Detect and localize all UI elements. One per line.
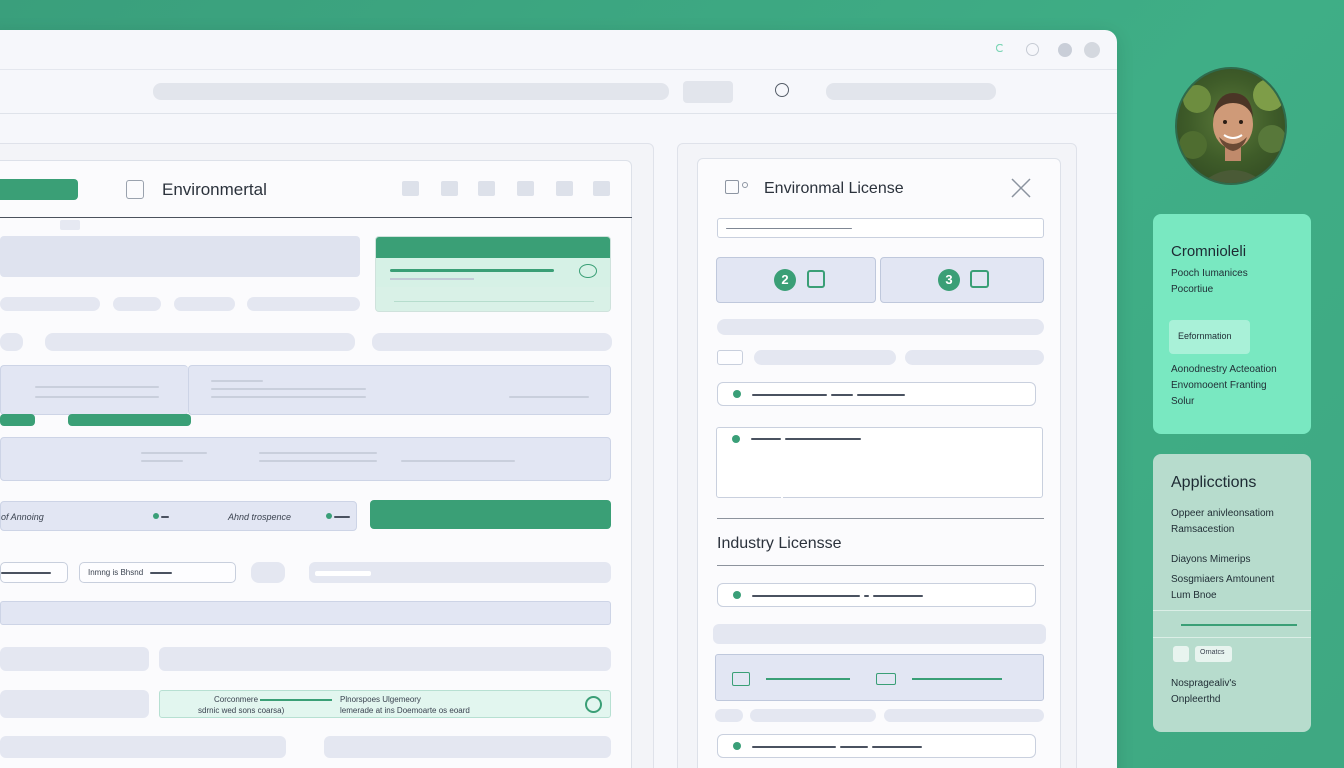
progress-bar <box>68 414 191 426</box>
clock-icon[interactable] <box>775 83 789 97</box>
settings-icon[interactable] <box>1026 43 1039 56</box>
status-card <box>375 236 611 312</box>
grid-icon[interactable] <box>478 181 495 196</box>
data-row[interactable] <box>0 365 188 415</box>
input-bar[interactable] <box>324 736 611 758</box>
flag-icon[interactable] <box>517 181 534 196</box>
input-bar[interactable] <box>715 709 743 722</box>
input-bar[interactable] <box>717 319 1044 335</box>
information-button[interactable]: Eefornmation <box>1169 320 1250 354</box>
tab-stub[interactable] <box>60 220 80 230</box>
progress-line <box>1181 624 1297 626</box>
data-row[interactable] <box>0 601 611 625</box>
option-card-3[interactable]: 3 <box>880 257 1044 303</box>
file-icon <box>876 673 896 685</box>
search-field[interactable] <box>0 236 360 277</box>
address-bar[interactable] <box>153 83 669 100</box>
input-bar[interactable] <box>884 709 1044 722</box>
close-window-icon[interactable] <box>1084 42 1100 58</box>
input-bar[interactable] <box>0 333 23 351</box>
title-bar <box>0 30 1117 70</box>
input-bar[interactable] <box>0 647 149 671</box>
chart-icon[interactable] <box>556 181 573 196</box>
filter-chip[interactable] <box>247 297 360 311</box>
document-icon <box>126 180 144 199</box>
layout-icon[interactable] <box>593 181 610 196</box>
calendar-icon <box>807 270 825 288</box>
card-divider <box>1153 637 1311 638</box>
panel-title: Environmertal <box>162 180 267 199</box>
copy-icon[interactable] <box>441 181 458 196</box>
status-chip[interactable]: Ornatcs <box>1195 646 1232 662</box>
list-item[interactable] <box>717 382 1036 406</box>
list-item[interactable] <box>717 583 1036 607</box>
filter-chip[interactable] <box>113 297 161 311</box>
input-bar[interactable] <box>372 333 612 351</box>
input-bar[interactable] <box>0 736 286 758</box>
input-bar[interactable] <box>45 333 355 351</box>
user-avatar[interactable] <box>1175 67 1287 185</box>
option-card-2[interactable]: 2 <box>716 257 876 303</box>
refresh-icon[interactable] <box>995 43 1005 53</box>
input-bar[interactable] <box>0 690 149 718</box>
text-area[interactable] <box>716 427 1043 498</box>
search-bar[interactable] <box>826 83 996 100</box>
input-bar[interactable] <box>905 350 1044 365</box>
toolbar <box>0 70 1117 114</box>
data-row[interactable] <box>188 365 611 415</box>
list-item[interactable] <box>717 734 1036 758</box>
globe-icon <box>585 696 602 713</box>
info-icon <box>742 182 748 188</box>
applications-card: Applicctions Oppeer anivleonsatiom Ramsa… <box>1153 454 1311 732</box>
save-icon[interactable] <box>402 181 419 196</box>
checkbox[interactable] <box>725 180 739 194</box>
card-divider <box>1153 610 1311 611</box>
section-divider <box>717 518 1044 519</box>
license-name-input[interactable] <box>717 218 1044 238</box>
globe-icon <box>579 264 597 278</box>
section-title: Industry Licensse <box>717 535 842 552</box>
minimize-icon[interactable] <box>1058 43 1072 57</box>
filter-chip[interactable] <box>0 297 100 311</box>
input-bar[interactable] <box>750 709 876 722</box>
checkbox[interactable] <box>717 350 743 365</box>
input-bar[interactable] <box>754 350 896 365</box>
calendar-icon <box>970 270 989 288</box>
apply-button[interactable] <box>370 500 611 529</box>
input-bar[interactable] <box>713 624 1046 644</box>
primary-tab-button[interactable] <box>0 179 78 200</box>
chip[interactable]: Inmng is Bhsnd <box>79 562 236 583</box>
toolbar-button[interactable] <box>683 81 733 103</box>
section-divider <box>717 565 1044 566</box>
filter-row[interactable]: of Annoing Ahnd trospence <box>0 501 357 531</box>
input-bar[interactable] <box>159 647 611 671</box>
info-card[interactable]: Corconmere sdrnic wed sons coarsa) Plnor… <box>159 690 611 718</box>
profile-card: Cromnioleli Pooch Iumanices Pocortiue Ee… <box>1153 214 1311 434</box>
toggle[interactable] <box>251 562 285 583</box>
data-row[interactable] <box>0 437 611 481</box>
attachment-row[interactable] <box>715 654 1044 701</box>
filter-chip[interactable] <box>174 297 235 311</box>
panel-divider <box>0 217 632 218</box>
small-icon[interactable] <box>1173 646 1189 662</box>
progress-bar <box>0 414 35 426</box>
file-icon <box>732 672 750 686</box>
dialog-title: Environmal License <box>764 180 904 197</box>
chip[interactable] <box>0 562 68 583</box>
close-icon[interactable] <box>1009 176 1033 200</box>
text-input[interactable] <box>309 562 611 583</box>
